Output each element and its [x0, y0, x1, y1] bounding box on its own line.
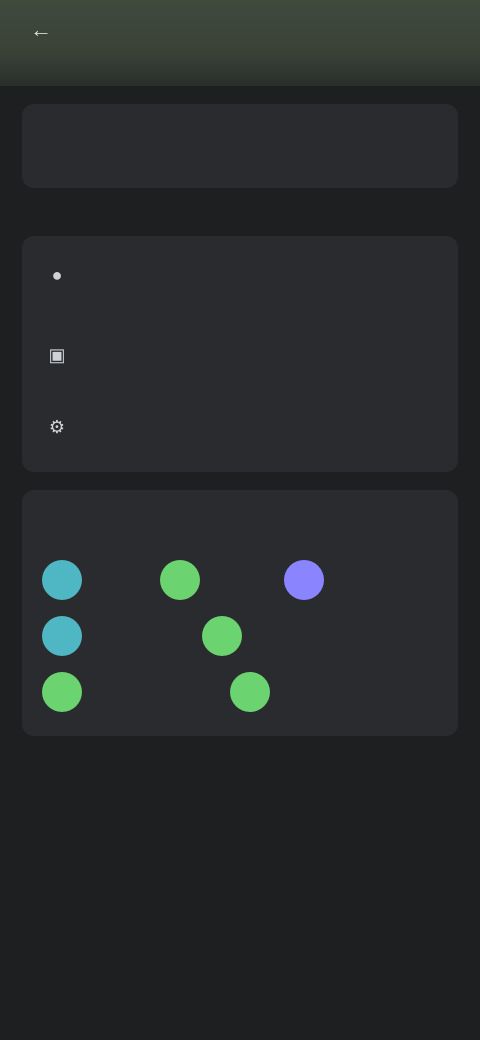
- tag-chip[interactable]: [202, 616, 252, 656]
- tag-chip[interactable]: [42, 560, 92, 600]
- account-card[interactable]: [22, 104, 458, 188]
- tags-card: [22, 490, 458, 736]
- tag-dot: [284, 560, 324, 600]
- tag-chip[interactable]: [284, 560, 334, 600]
- tag-dot: [202, 616, 242, 656]
- tag-dot: [160, 560, 200, 600]
- list-item[interactable]: ●: [22, 244, 458, 320]
- tag-dot: [42, 560, 82, 600]
- tag-dot: [230, 672, 270, 712]
- top-bar: ←: [0, 0, 480, 86]
- settings-list-card: ● ▣ ⚙: [22, 236, 458, 472]
- tag-chip[interactable]: [42, 672, 92, 712]
- list-item[interactable]: ⚙: [22, 396, 458, 472]
- list-item[interactable]: ▣: [22, 324, 458, 400]
- tag-dot: [42, 616, 82, 656]
- person-icon: ●: [51, 265, 63, 285]
- tag-dot: [42, 672, 82, 712]
- tag-chip[interactable]: [230, 672, 280, 712]
- photo-icon: ▣: [48, 345, 66, 365]
- tag-chip[interactable]: [42, 616, 92, 656]
- back-arrow-icon[interactable]: ←: [30, 18, 54, 42]
- tag-chip[interactable]: [160, 560, 210, 600]
- settings-icon: ⚙: [48, 417, 66, 437]
